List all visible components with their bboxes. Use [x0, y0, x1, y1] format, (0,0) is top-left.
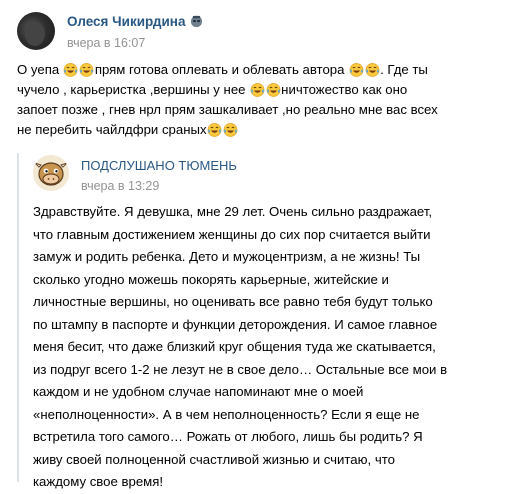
repost: ПОДСЛУШАНО ТЮМЕНЬ вчера в 13:29 Здравств…	[17, 147, 507, 489]
post-text-line: запоет позже , гнев нрл прям зашкаливает…	[17, 100, 497, 120]
repost-text-line: меня бесит, что даже близкий круг общени…	[33, 339, 436, 354]
tears-of-joy-emoji	[349, 63, 363, 77]
author-name[interactable]: Олеся Чикирдина	[67, 14, 185, 29]
post-text: О уепа прям готова оплевать и облевать а…	[17, 60, 497, 140]
cow-logo-icon	[33, 155, 69, 191]
group-avatar[interactable]	[33, 155, 69, 191]
repost-text-line: встретила того самого… Рожать от любого,…	[33, 429, 423, 444]
repost-text: Здравствуйте. Я девушка, мне 29 лет. Оче…	[33, 201, 495, 494]
tears-of-joy-emoji	[223, 123, 238, 137]
repost-text-line: «неполноценности». А в чем неполноценнос…	[33, 406, 420, 422]
alien-badge-icon	[191, 15, 203, 28]
tears-of-joy-emoji	[365, 63, 379, 77]
group-name[interactable]: ПОДСЛУШАНО ТЮМЕНЬ	[81, 158, 237, 173]
repost-text-line: каждом и не удобном случае напоминают мн…	[33, 384, 364, 399]
tears-of-joy-emoji	[64, 63, 78, 77]
post-text-segment: О уепа	[17, 62, 63, 77]
repost-text-line: замуж и родить ребенка. Дето и мужоцентр…	[33, 249, 421, 264]
tears-of-joy-emoji	[250, 83, 265, 97]
repost-text-line: Здравствуйте. Я девушка, мне 29 лет. Оче…	[33, 204, 433, 219]
post-text-segment: . Где ты	[380, 62, 428, 77]
post-text-line: не перебить чайлдфри сраных	[17, 120, 497, 140]
repost-text-line: живу своей полноценной счастливой жизнью…	[33, 451, 395, 467]
post-text-segment: ничтожество как оно	[281, 82, 408, 97]
tears-of-joy-emoji	[80, 63, 94, 77]
post-text-segment: не перебить чайлдфри сраных	[17, 122, 207, 137]
tears-of-joy-emoji	[207, 123, 222, 137]
repost-bar	[17, 153, 19, 482]
repost-text-line: каждому свое время!	[33, 474, 164, 489]
post-text-segment: запоет позже , гнев нрл прям зашкаливает…	[17, 102, 438, 117]
repost-text-line: что главным достижением женщины до сих п…	[33, 226, 431, 242]
repost-time[interactable]: вчера в 13:29	[81, 179, 159, 193]
post-text-segment: прям готова оплевать и облевать автора	[94, 62, 349, 77]
author-link[interactable]: Олеся Чикирдина	[67, 14, 203, 29]
tears-of-joy-emoji	[266, 83, 281, 97]
repost-text-line: сколько угодно можешь покорять карьерные…	[33, 271, 389, 287]
author-avatar[interactable]	[17, 12, 55, 50]
post-text-line: чучело , карьеристка ,вершины у нее ничт…	[17, 80, 497, 100]
post-time[interactable]: вчера в 16:07	[67, 36, 145, 50]
post-text-line: О уепа прям готова оплевать и облевать а…	[17, 60, 497, 80]
post-text-segment: чучело , карьеристка ,вершины у нее	[17, 82, 250, 97]
post-header: Олеся Чикирдина вчера в 16:07	[17, 12, 497, 56]
repost-text-line: личностные вершины, но оценивать все рав…	[33, 294, 433, 309]
repost-text-line: из подруг всего 1-2 не лезут не в свое д…	[33, 361, 448, 377]
repost-text-line: по штампу в паспорте и функции деторожде…	[33, 316, 438, 332]
post: Олеся Чикирдина вчера в 16:07 О уепа пря…	[0, 0, 513, 489]
